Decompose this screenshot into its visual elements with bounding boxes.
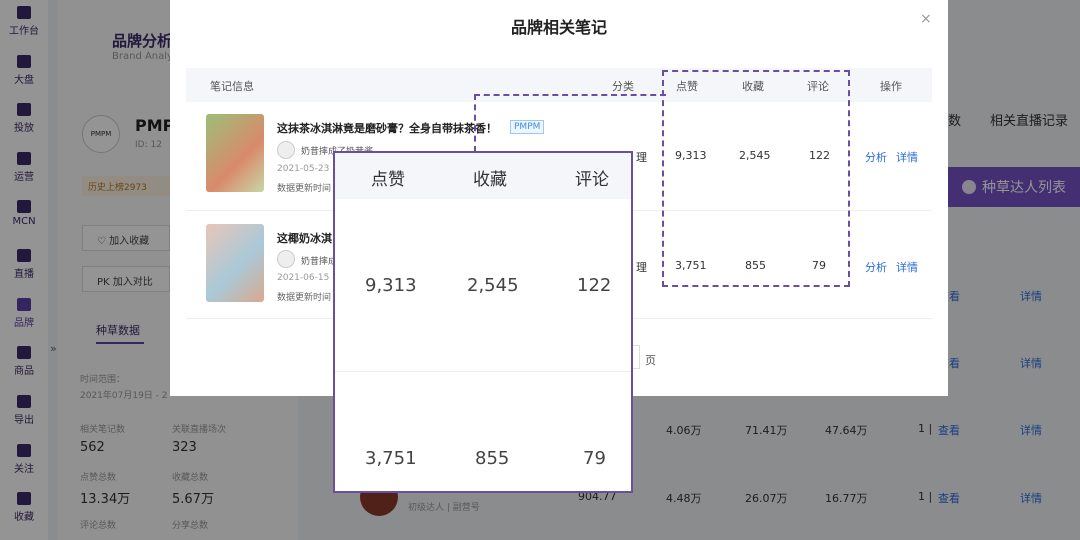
note-update-time: 数据更新时间 — [277, 293, 332, 303]
zoom-likes: 9,313 — [365, 275, 417, 296]
zoom-comments: 122 — [577, 275, 612, 296]
close-icon[interactable]: × — [920, 11, 932, 27]
detail-link[interactable]: 详情 — [896, 149, 918, 165]
note-category: 理 — [636, 261, 647, 274]
zoom-comments: 79 — [583, 448, 606, 469]
note-title[interactable]: 这抹茶冰淇淋竟是磨砂膏？全身自带抹茶香！ — [277, 120, 497, 136]
detail-link[interactable]: 详情 — [896, 259, 918, 275]
zoom-header-comments: 评论 — [575, 170, 609, 190]
note-author: 奶昔摔成 — [301, 257, 338, 267]
note-thumbnail[interactable] — [206, 114, 264, 192]
header-note-info: 笔记信息 — [210, 80, 254, 93]
pager-suffix: 页 — [645, 354, 656, 367]
zoom-header: 点赞 收藏 评论 — [335, 153, 631, 199]
analyze-link[interactable]: 分析 — [865, 149, 887, 165]
row-divider — [335, 371, 631, 372]
zoom-likes: 3,751 — [365, 448, 417, 469]
note-date: 2021-06-15 — [277, 273, 330, 283]
note-title[interactable]: 这椰奶冰淇 — [277, 230, 332, 246]
modal-title: 品牌相关笔记 — [510, 18, 607, 37]
zoom-collects: 855 — [475, 448, 510, 469]
zoom-header-likes: 点赞 — [371, 170, 405, 190]
header-actions: 操作 — [880, 80, 902, 93]
note-update-time: 数据更新时间 — [277, 184, 332, 194]
analyze-link[interactable]: 分析 — [865, 259, 887, 275]
zoom-collects: 2,545 — [467, 275, 519, 296]
author-avatar — [277, 250, 295, 268]
note-date: 2021-05-23 — [277, 164, 330, 174]
zoom-header-collects: 收藏 — [473, 170, 507, 190]
zoom-callout: 点赞 收藏 评论 9,313 2,545 122 3,751 855 79 — [333, 151, 633, 493]
note-thumbnail[interactable] — [206, 224, 264, 302]
highlight-frame — [662, 70, 850, 287]
author-avatar — [277, 141, 295, 159]
header-category: 分类 — [612, 80, 634, 93]
